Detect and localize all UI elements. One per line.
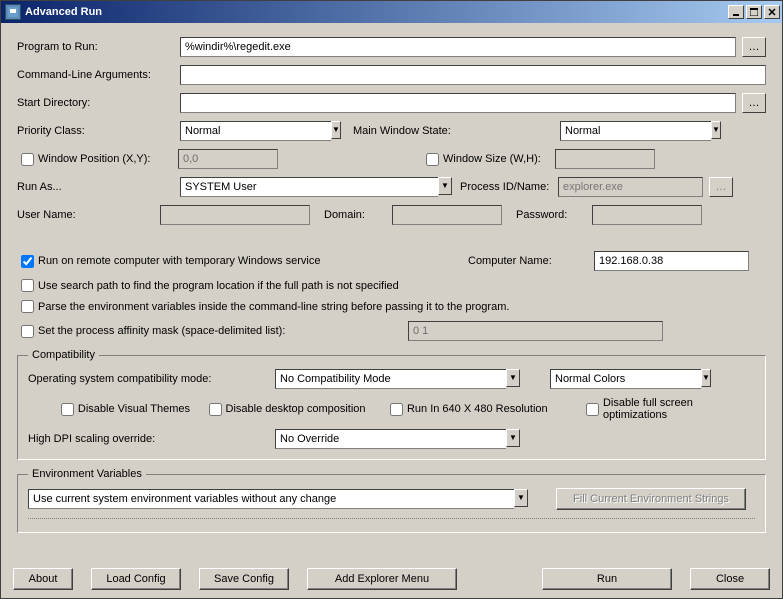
setaffinity-checkbox[interactable]	[21, 325, 34, 338]
hidpi-select[interactable]: ▼	[275, 429, 520, 449]
password-input	[592, 205, 702, 225]
priority-label: Priority Class:	[17, 125, 180, 137]
pidname-browse-button: …	[709, 177, 733, 197]
winsize-input	[555, 149, 655, 169]
winpos-label: Window Position (X,Y):	[38, 153, 178, 165]
titlebar: Advanced Run	[1, 1, 782, 23]
disablefsopt-checkbox[interactable]	[586, 403, 599, 416]
content: Program to Run: … Command-Line Arguments…	[1, 23, 782, 562]
osmode-label: Operating system compatibility mode:	[28, 373, 275, 385]
disablecomp-checkbox[interactable]	[209, 403, 222, 416]
startdir-label: Start Directory:	[17, 97, 180, 109]
computername-label: Computer Name:	[468, 255, 594, 267]
chevron-down-icon: ▼	[701, 369, 711, 387]
startdir-browse-button[interactable]: …	[742, 93, 766, 113]
run640-checkbox[interactable]	[390, 403, 403, 416]
disablethemes-label: Disable Visual Themes	[78, 403, 209, 415]
env-legend: Environment Variables	[28, 468, 146, 480]
colors-select[interactable]: ▼	[550, 369, 705, 389]
runremote-label: Run on remote computer with temporary Wi…	[38, 255, 468, 267]
chevron-down-icon: ▼	[514, 489, 528, 507]
mainwin-select[interactable]: ▼	[560, 121, 715, 141]
hidpi-label: High DPI scaling override:	[28, 433, 275, 445]
pidname-label: Process ID/Name:	[460, 181, 558, 193]
env-divider	[28, 518, 755, 522]
loadconfig-button[interactable]: Load Config	[91, 568, 181, 590]
maximize-button[interactable]	[746, 5, 762, 19]
password-label: Password:	[516, 209, 592, 221]
username-label: User Name:	[17, 209, 160, 221]
compatibility-group: Compatibility Operating system compatibi…	[17, 349, 766, 460]
envvars-group: Environment Variables ▼ Fill Current Env…	[17, 468, 766, 533]
compat-legend: Compatibility	[28, 349, 99, 361]
disablefsopt-label: Disable full screen optimizations	[603, 397, 755, 421]
mainwin-label: Main Window State:	[353, 125, 468, 137]
window-title: Advanced Run	[25, 6, 728, 18]
chevron-down-icon: ▼	[506, 429, 520, 447]
cmdline-label: Command-Line Arguments:	[17, 69, 180, 81]
winsize-label: Window Size (W,H):	[443, 153, 555, 165]
about-button[interactable]: About	[13, 568, 73, 590]
close-button[interactable]	[764, 5, 780, 19]
program-input[interactable]	[180, 37, 736, 57]
chevron-down-icon: ▼	[711, 121, 721, 139]
close-app-button[interactable]: Close	[690, 568, 770, 590]
chevron-down-icon: ▼	[506, 369, 520, 387]
priority-select[interactable]: ▼	[180, 121, 315, 141]
setaffinity-label: Set the process affinity mask (space-del…	[38, 325, 408, 337]
window: Advanced Run Program to Run: … Command-L…	[0, 0, 783, 599]
usesearchpath-label: Use search path to find the program loca…	[38, 280, 399, 292]
username-input	[160, 205, 310, 225]
domain-input	[392, 205, 502, 225]
program-label: Program to Run:	[17, 41, 180, 53]
disablethemes-checkbox[interactable]	[61, 403, 74, 416]
runas-select[interactable]: ▼	[180, 177, 452, 197]
runas-label: Run As...	[17, 181, 180, 193]
domain-label: Domain:	[324, 209, 392, 221]
cmdline-input[interactable]	[180, 65, 766, 85]
disablecomp-label: Disable desktop composition	[226, 403, 390, 415]
run-button[interactable]: Run	[542, 568, 672, 590]
runremote-checkbox[interactable]	[21, 255, 34, 268]
envmode-select[interactable]: ▼	[28, 489, 528, 509]
button-bar: About Load Config Save Config Add Explor…	[1, 562, 782, 598]
pidname-input	[558, 177, 703, 197]
computername-input[interactable]	[594, 251, 749, 271]
chevron-down-icon: ▼	[331, 121, 341, 139]
fillenv-button: Fill Current Environment Strings	[556, 488, 746, 510]
winpos-input	[178, 149, 278, 169]
winsize-checkbox[interactable]	[426, 153, 439, 166]
parseenv-label: Parse the environment variables inside t…	[38, 301, 509, 313]
usesearchpath-checkbox[interactable]	[21, 279, 34, 292]
app-icon	[5, 4, 21, 20]
addexplorer-button[interactable]: Add Explorer Menu	[307, 568, 457, 590]
winpos-checkbox[interactable]	[21, 153, 34, 166]
chevron-down-icon: ▼	[438, 177, 452, 195]
compatmode-select[interactable]: ▼	[275, 369, 520, 389]
saveconfig-button[interactable]: Save Config	[199, 568, 289, 590]
minimize-button[interactable]	[728, 5, 744, 19]
affinity-input	[408, 321, 663, 341]
startdir-input[interactable]	[180, 93, 736, 113]
run640-label: Run In 640 X 480 Resolution	[407, 403, 586, 415]
parseenv-checkbox[interactable]	[21, 300, 34, 313]
program-browse-button[interactable]: …	[742, 37, 766, 57]
